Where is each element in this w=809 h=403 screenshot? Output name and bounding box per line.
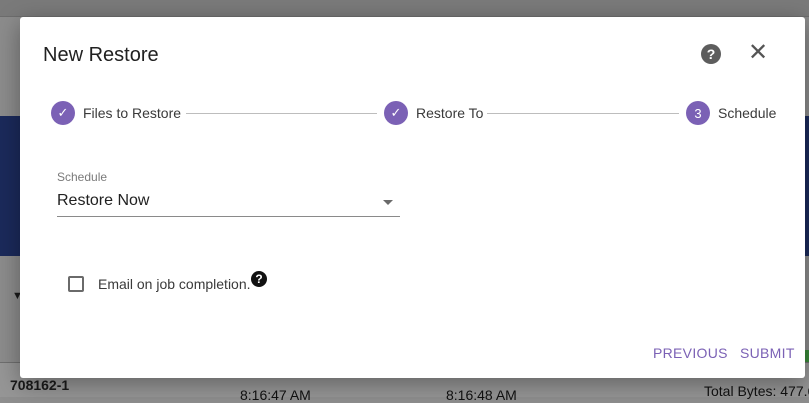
background-row-time-end: 8:16:48 AM (446, 387, 517, 403)
chevron-down-icon (383, 200, 393, 205)
step-label: Restore To (416, 105, 484, 121)
schedule-field-label: Schedule (57, 170, 108, 184)
new-restore-dialog: New Restore ? ✕ ✓ Files to Restore ✓ Res… (20, 17, 805, 378)
close-icon[interactable]: ✕ (747, 41, 769, 65)
step-complete-check-icon: ✓ (51, 101, 75, 125)
previous-button[interactable]: PREVIOUS (653, 345, 728, 361)
step-complete-check-icon: ✓ (384, 101, 408, 125)
step-restore-to[interactable]: ✓ Restore To (384, 99, 483, 127)
email-help-icon[interactable]: ? (251, 271, 267, 287)
submit-button[interactable]: SUBMIT (740, 345, 795, 361)
background-status-bar (805, 350, 809, 362)
step-number-badge: 3 (686, 101, 710, 125)
step-label: Files to Restore (83, 105, 182, 121)
background-row-id: 708162-1 (10, 377, 70, 393)
background-header (0, 0, 809, 17)
step-connector (186, 113, 377, 114)
step-label: Schedule (718, 105, 777, 121)
background-row-total-bytes: Total Bytes: 477.6 (704, 383, 809, 399)
help-icon[interactable]: ? (701, 44, 721, 64)
step-connector (487, 113, 679, 114)
background-row-time-start: 8:16:47 AM (240, 387, 311, 403)
email-on-completion-label[interactable]: Email on job completion. (98, 276, 251, 292)
schedule-select-value: Restore Now (57, 192, 150, 209)
step-files-to-restore[interactable]: ✓ Files to Restore (51, 99, 181, 127)
step-schedule[interactable]: 3 Schedule (686, 99, 776, 127)
schedule-select[interactable]: Restore Now (57, 188, 400, 217)
dialog-title: New Restore (43, 44, 159, 66)
restore-stepper: ✓ Files to Restore ✓ Restore To 3 Schedu… (20, 99, 805, 129)
email-on-completion-checkbox[interactable] (68, 276, 84, 292)
